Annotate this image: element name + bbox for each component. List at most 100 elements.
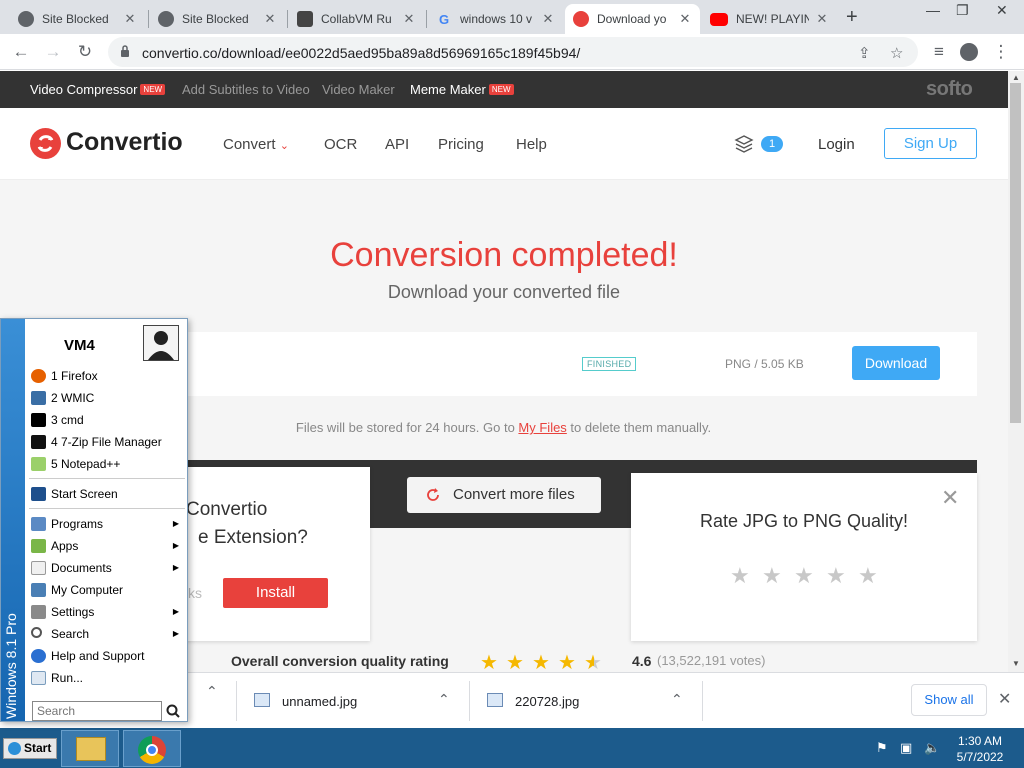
close-icon[interactable]: ✕: [941, 485, 959, 511]
back-icon[interactable]: ←: [10, 41, 32, 63]
tab-label: CollabVM Ru: [321, 12, 392, 26]
media-queue-icon[interactable]: ≡: [928, 41, 950, 63]
close-icon[interactable]: ✕: [815, 11, 829, 27]
start-item-start-screen[interactable]: Start Screen: [29, 483, 185, 505]
menu-help[interactable]: Help: [516, 136, 547, 153]
network-icon[interactable]: ▣: [900, 740, 912, 756]
chevron-up-icon[interactable]: ⌃: [206, 683, 218, 700]
softo-link-video-compressor[interactable]: Video Compressor NEW: [30, 82, 166, 97]
install-button[interactable]: Install: [223, 578, 328, 608]
start-button[interactable]: Start: [3, 738, 57, 759]
scroll-down-icon[interactable]: ▼: [1012, 659, 1020, 668]
tab-google-search[interactable]: G windows 10 v ✕: [428, 4, 563, 34]
star-icon[interactable]: ★: [794, 563, 814, 589]
start-item-my-computer[interactable]: My Computer: [29, 579, 185, 601]
volume-muted-icon[interactable]: 🔈: [924, 740, 940, 756]
taskbar-chrome[interactable]: [123, 730, 181, 767]
close-icon[interactable]: ✕: [263, 11, 277, 27]
login-link[interactable]: Login: [818, 136, 855, 153]
star-icon[interactable]: ★: [730, 563, 750, 589]
tab-site-blocked-2[interactable]: Site Blocked ✕: [150, 4, 285, 34]
button-label: Convert more files: [453, 486, 575, 503]
show-all-button[interactable]: Show all: [911, 684, 987, 716]
softo-link-meme-maker[interactable]: Meme Maker NEW: [410, 82, 514, 97]
share-icon[interactable]: ⇪: [858, 44, 871, 62]
minimize-icon[interactable]: —: [926, 2, 940, 18]
scrollbar-thumb[interactable]: [1010, 83, 1021, 423]
start-item-search[interactable]: Search ▶: [29, 623, 185, 645]
restore-icon[interactable]: ❐: [956, 2, 969, 19]
close-icon[interactable]: ✕: [402, 11, 416, 27]
menu-convert[interactable]: Convert ⌄: [223, 136, 289, 153]
start-item-firefox[interactable]: 1 Firefox: [29, 365, 185, 387]
softo-logo[interactable]: softo: [926, 78, 973, 101]
taskbar-explorer[interactable]: [61, 730, 119, 767]
new-tab-button[interactable]: +: [846, 6, 858, 29]
tab-youtube[interactable]: NEW! PLAYIN ✕: [702, 4, 837, 34]
notice-text: Files will be stored for 24 hours. Go to: [295, 420, 519, 435]
start-item-documents[interactable]: Documents ▶: [29, 557, 185, 579]
convertio-logo-icon[interactable]: [30, 128, 61, 159]
globe-icon: [158, 11, 174, 27]
softo-link-video-maker[interactable]: Video Maker: [322, 82, 395, 97]
search-icon[interactable]: [165, 703, 181, 719]
menu-api[interactable]: API: [385, 136, 409, 153]
menu-pricing[interactable]: Pricing: [438, 136, 484, 153]
profile-icon[interactable]: [958, 41, 980, 63]
close-icon[interactable]: ✕: [541, 11, 555, 27]
programs-icon: [31, 517, 46, 531]
promo-line: e Extension?: [198, 527, 308, 548]
page-scrollbar[interactable]: ▲ ▼: [1008, 71, 1024, 672]
start-item-cmd[interactable]: 3 cmd: [29, 409, 185, 431]
signup-button[interactable]: Sign Up: [884, 128, 977, 159]
close-icon[interactable]: ✕: [123, 11, 137, 27]
start-search-input[interactable]: [32, 701, 162, 721]
window-close-icon[interactable]: ✕: [996, 2, 1008, 19]
item-label: 5 Notepad++: [51, 457, 121, 471]
start-item-programs[interactable]: Programs ▶: [29, 513, 185, 535]
globe-icon: [18, 11, 34, 27]
address-bar[interactable]: convertio.co/download/ee0022d5aed95ba89a…: [108, 37, 918, 67]
my-files-link[interactable]: My Files: [518, 420, 566, 435]
reload-icon[interactable]: ↻: [74, 41, 96, 63]
chevron-up-icon[interactable]: ⌃: [438, 691, 450, 708]
start-item-7zip[interactable]: 4 7-Zip File Manager: [29, 431, 185, 453]
close-icon[interactable]: ✕: [998, 689, 1011, 709]
download-item-unnamed[interactable]: unnamed.jpg ⌃: [244, 681, 464, 721]
bookmark-star-icon[interactable]: ☆: [890, 44, 903, 62]
convert-more-button[interactable]: Convert more files: [407, 477, 601, 513]
start-item-apps[interactable]: Apps ▶: [29, 535, 185, 557]
help-icon: [31, 649, 46, 663]
start-item-settings[interactable]: Settings ▶: [29, 601, 185, 623]
start-item-help[interactable]: Help and Support: [29, 645, 185, 667]
tab-label: NEW! PLAYIN: [736, 12, 809, 26]
layers-icon[interactable]: [734, 134, 754, 154]
start-item-run[interactable]: Run...: [29, 667, 185, 689]
tab-site-blocked-1[interactable]: Site Blocked ✕: [10, 4, 145, 34]
star-icon[interactable]: ★: [826, 563, 846, 589]
download-item-220728[interactable]: 220728.jpg ⌃: [477, 681, 697, 721]
browser-menu-icon[interactable]: ⋮: [990, 41, 1012, 63]
item-label: Programs: [51, 517, 104, 531]
star-icon[interactable]: ★: [858, 563, 878, 589]
action-center-flag-icon[interactable]: ⚑: [876, 740, 888, 756]
brand-name[interactable]: Convertio: [66, 128, 183, 157]
tab-collabvm[interactable]: CollabVM Ru ✕: [289, 4, 424, 34]
submenu-arrow-icon: ▶: [172, 563, 179, 572]
tab-label: Site Blocked: [42, 12, 109, 26]
download-button[interactable]: Download: [852, 346, 940, 380]
close-icon[interactable]: ✕: [678, 11, 692, 27]
start-item-notepadpp[interactable]: 5 Notepad++: [29, 453, 185, 475]
user-avatar-icon[interactable]: [143, 325, 179, 361]
start-item-wmic[interactable]: 2 WMIC: [29, 387, 185, 409]
tab-convertio-download[interactable]: Download yo ✕: [565, 4, 700, 34]
chevron-up-icon[interactable]: ⌃: [671, 691, 683, 708]
forward-icon[interactable]: →: [42, 41, 64, 63]
menu-ocr[interactable]: OCR: [324, 136, 357, 153]
softo-link-add-subtitles[interactable]: Add Subtitles to Video: [182, 82, 310, 97]
browser-tab-strip: Site Blocked ✕ Site Blocked ✕ CollabVM R…: [0, 0, 1024, 34]
system-clock[interactable]: 1:30 AM 5/7/2022: [940, 733, 1020, 765]
star-icon[interactable]: ★: [762, 563, 782, 589]
scroll-up-icon[interactable]: ▲: [1012, 73, 1020, 82]
item-label: Run...: [51, 671, 84, 685]
